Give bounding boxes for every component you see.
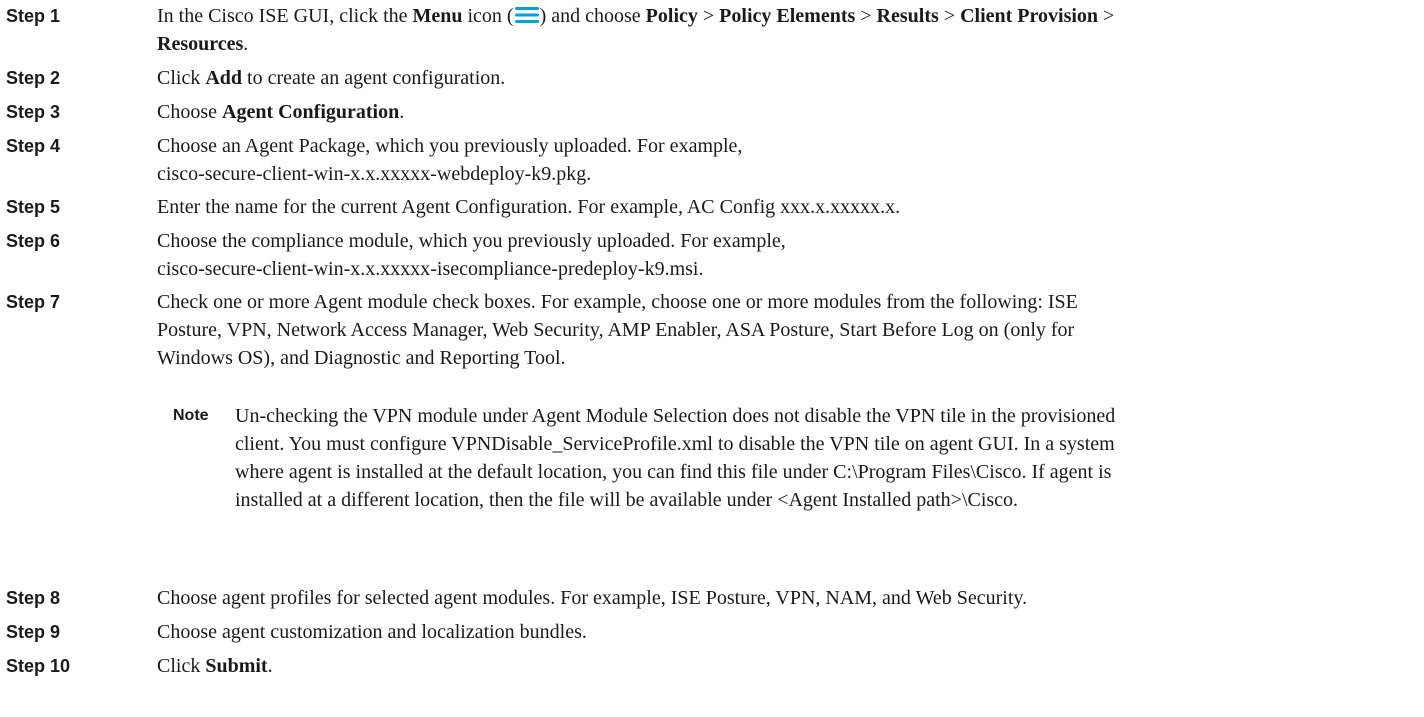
note-line: installed at a different location, then … (235, 489, 1019, 511)
step-text-segment: icon ( (462, 5, 514, 27)
step-label: Step 2 (6, 68, 61, 88)
ui-term: Client Provision (960, 5, 1099, 27)
step-text-segment: Choose agent profiles for selected agent… (157, 587, 1028, 609)
ui-term: Policy (645, 5, 698, 27)
step-text: Choose the compliance module, which you … (157, 227, 1417, 283)
step-text-segment: cisco-secure-client-win-x.x.xxxxx-isecom… (157, 258, 704, 280)
step-text: Check one or more Agent module check box… (157, 288, 1417, 372)
step-text: Click Add to create an agent configurati… (157, 64, 1417, 92)
step-text-segment: Click (157, 655, 206, 677)
step-text-segment: Posture, VPN, Network Access Manager, We… (157, 319, 1075, 341)
note-line: Un-checking the VPN module under Agent M… (235, 405, 1116, 427)
step-text-segment: . (399, 101, 405, 123)
ui-term: Menu (412, 5, 463, 27)
step-text-segment: . (243, 33, 249, 55)
step-text-segment: Choose agent customization and localizat… (157, 621, 587, 643)
step-text-segment: Choose an Agent Package, which you previ… (157, 135, 743, 157)
step-text: Click Submit. (157, 652, 1417, 680)
step-label: Step 10 (6, 656, 71, 676)
step-text: Choose agent profiles for selected agent… (157, 584, 1417, 612)
step-text-segment: In the Cisco ISE GUI, click the (157, 5, 413, 27)
step-label: Step 8 (6, 588, 61, 608)
step-text-segment: Windows OS), and Diagnostic and Reportin… (157, 347, 566, 369)
ui-term: Policy Elements (719, 5, 856, 27)
step-text-segment: > (697, 5, 720, 27)
step-text-segment: > (938, 5, 961, 27)
step-text-segment: > (855, 5, 877, 27)
step-label: Step 9 (6, 622, 61, 642)
step-text-segment: to create an agent configuration. (242, 67, 506, 89)
step-label: Step 1 (6, 6, 61, 26)
procedure-document: Step 1 In the Cisco ISE GUI, click the M… (0, 0, 1424, 717)
step-label: Step 6 (6, 231, 61, 251)
ui-term: Add (205, 67, 243, 89)
note-line: client. You must configure VPNDisable_Se… (235, 433, 1115, 455)
menu-icon (514, 5, 540, 25)
step-text-segment: ) and choose (539, 5, 646, 27)
step-text: Choose agent customization and localizat… (157, 618, 1417, 646)
step-text-segment: Check one or more Agent module check box… (157, 291, 1078, 313)
step-text-segment: Choose (157, 101, 222, 123)
note-line: where agent is installed at the default … (235, 461, 1112, 483)
step-label: Step 3 (6, 102, 61, 122)
step-text: In the Cisco ISE GUI, click the Menu ico… (157, 2, 1417, 58)
ui-term: Agent Configuration (222, 101, 400, 123)
step-text: Choose an Agent Package, which you previ… (157, 132, 1417, 188)
step-text-segment: . (267, 655, 273, 677)
step-label: Step 4 (6, 136, 61, 156)
step-label: Step 5 (6, 197, 61, 217)
ui-term: Resources (157, 33, 244, 55)
step-text: Choose Agent Configuration. (157, 98, 1417, 126)
ui-term: Submit (205, 655, 268, 677)
step-text-segment: Click (157, 67, 206, 89)
note-label: Note (173, 407, 209, 424)
step-text-segment: > (1098, 5, 1115, 27)
ui-term: Results (876, 5, 939, 27)
step-text-segment: cisco-secure-client-win-x.x.xxxxx-webdep… (157, 163, 592, 185)
step-text: Enter the name for the current Agent Con… (157, 193, 1417, 221)
step-text-segment: Choose the compliance module, which you … (157, 230, 786, 252)
note-text: Un-checking the VPN module under Agent M… (235, 402, 1417, 514)
step-label: Step 7 (6, 292, 61, 312)
step-text-segment: Enter the name for the current Agent Con… (157, 196, 901, 218)
